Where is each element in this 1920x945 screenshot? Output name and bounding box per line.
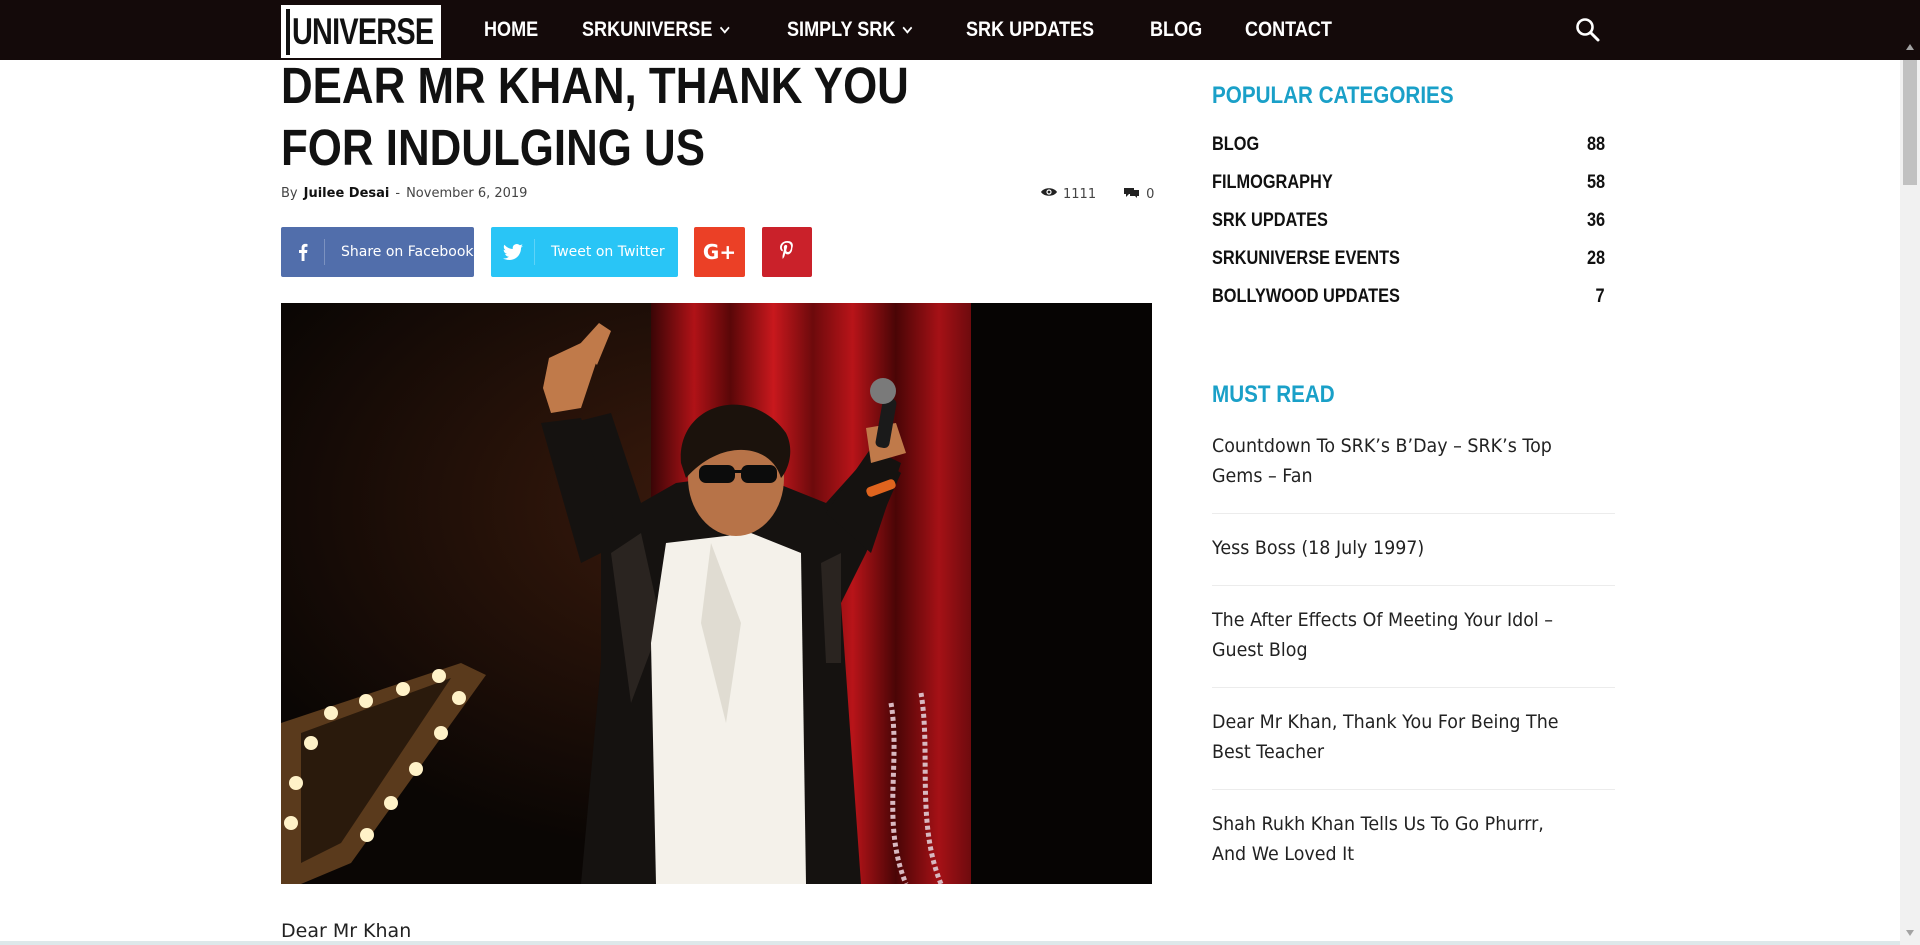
category-name: FILMOGRAPHY	[1212, 172, 1333, 193]
nav-simply-srk-label: SIMPLY SRK	[786, 18, 896, 41]
chevron-down-icon	[902, 21, 913, 34]
category-filmography[interactable]: FILMOGRAPHY 58	[1212, 170, 1605, 196]
share-googleplus-button[interactable]: G+	[694, 227, 745, 277]
nav-simply-srk[interactable]: SIMPLY SRK	[786, 18, 913, 42]
article-body-first-line: Dear Mr Khan	[281, 920, 412, 942]
comments-icon[interactable]	[1124, 186, 1140, 202]
nav-srkuniverse[interactable]: SRKUNIVERSE	[582, 18, 730, 42]
tweet-twitter-button[interactable]: Tweet on Twitter	[491, 227, 678, 277]
category-count: 58	[1586, 172, 1605, 193]
category-count: 88	[1586, 134, 1605, 155]
popular-categories-heading: POPULAR CATEGORIES	[1212, 82, 1454, 109]
must-read-item[interactable]: Yess Boss (18 July 1997)	[1212, 533, 1580, 563]
page-scrollbar[interactable]	[1900, 60, 1920, 945]
nav-contact-label: CONTACT	[1245, 18, 1333, 41]
nav-blog-label: BLOG	[1149, 18, 1202, 41]
chevron-down-icon	[719, 21, 730, 34]
nav-home-label: HOME	[484, 18, 539, 41]
divider	[1212, 789, 1615, 790]
top-navigation-bar: UNIVERSE HOME SRKUNIVERSE SIMPLY SRK SRK…	[0, 0, 1920, 60]
article-title: DEAR MR KHAN, THANK YOU FOR INDULGING US	[281, 57, 909, 176]
category-blog[interactable]: BLOG 88	[1212, 132, 1605, 158]
nav-srk-updates[interactable]: SRK UPDATES	[966, 18, 1094, 42]
search-icon[interactable]	[1574, 16, 1602, 44]
eye-icon	[1040, 186, 1058, 202]
nav-contact[interactable]: CONTACT	[1245, 18, 1332, 42]
article-byline: By Juilee Desai - November 6, 2019	[281, 186, 527, 201]
category-srkuniverse-events[interactable]: SRKUNIVERSE EVENTS 28	[1212, 246, 1605, 272]
must-read-heading: MUST READ	[1212, 381, 1335, 408]
bottom-bar	[0, 941, 1900, 945]
site-logo[interactable]: UNIVERSE	[281, 5, 441, 58]
nav-srkuniverse-label: SRKUNIVERSE	[582, 18, 713, 41]
byline-separator: -	[395, 186, 401, 201]
pinterest-icon	[780, 241, 794, 263]
must-read-item[interactable]: Shah Rukh Khan Tells Us To Go Phurrr, An…	[1212, 809, 1580, 869]
logo-text: UNIVERSE	[292, 11, 434, 52]
scrollbar-thumb[interactable]	[1903, 60, 1917, 185]
nav-blog[interactable]: BLOG	[1150, 18, 1202, 42]
category-name: BOLLYWOOD UPDATES	[1212, 286, 1400, 307]
divider	[1212, 585, 1615, 586]
must-read-item[interactable]: The After Effects Of Meeting Your Idol –…	[1212, 605, 1580, 665]
category-count: 28	[1586, 248, 1605, 269]
category-bollywood-updates[interactable]: BOLLYWOOD UPDATES 7	[1212, 284, 1605, 310]
googleplus-icon: G+	[702, 240, 737, 264]
by-label: By	[281, 186, 298, 201]
scroll-down-arrow-icon[interactable]	[1906, 930, 1914, 936]
nav-srk-updates-label: SRK UPDATES	[965, 18, 1094, 41]
main-nav: HOME SRKUNIVERSE SIMPLY SRK SRK UPDATES …	[484, 0, 1381, 60]
article-stats: 1111 0	[1040, 186, 1154, 202]
category-name: SRKUNIVERSE EVENTS	[1212, 248, 1400, 269]
category-count: 7	[1595, 286, 1605, 307]
tweet-twitter-label: Tweet on Twitter	[551, 244, 665, 260]
facebook-icon	[281, 239, 325, 265]
author-link[interactable]: Juilee Desai	[304, 186, 390, 201]
logo-portrait	[286, 8, 290, 55]
publish-date: November 6, 2019	[406, 186, 528, 201]
twitter-icon	[491, 239, 535, 265]
scroll-up-arrow-icon[interactable]	[1906, 44, 1914, 50]
nav-home[interactable]: HOME	[484, 18, 538, 42]
category-name: BLOG	[1212, 134, 1260, 155]
must-read-item[interactable]: Dear Mr Khan, Thank You For Being The Be…	[1212, 707, 1580, 767]
category-count: 36	[1586, 210, 1605, 231]
share-pinterest-button[interactable]	[762, 227, 812, 277]
divider	[1212, 513, 1615, 514]
article-featured-image	[281, 303, 1152, 884]
divider	[1212, 687, 1615, 688]
view-count: 1111	[1063, 186, 1097, 202]
category-srk-updates[interactable]: SRK UPDATES 36	[1212, 208, 1605, 234]
share-facebook-label: Share on Facebook	[341, 244, 474, 260]
comment-count[interactable]: 0	[1146, 187, 1154, 202]
category-name: SRK UPDATES	[1212, 210, 1328, 231]
must-read-item[interactable]: Countdown To SRK’s B’Day – SRK’s Top Gem…	[1212, 431, 1580, 491]
share-facebook-button[interactable]: Share on Facebook	[281, 227, 474, 277]
